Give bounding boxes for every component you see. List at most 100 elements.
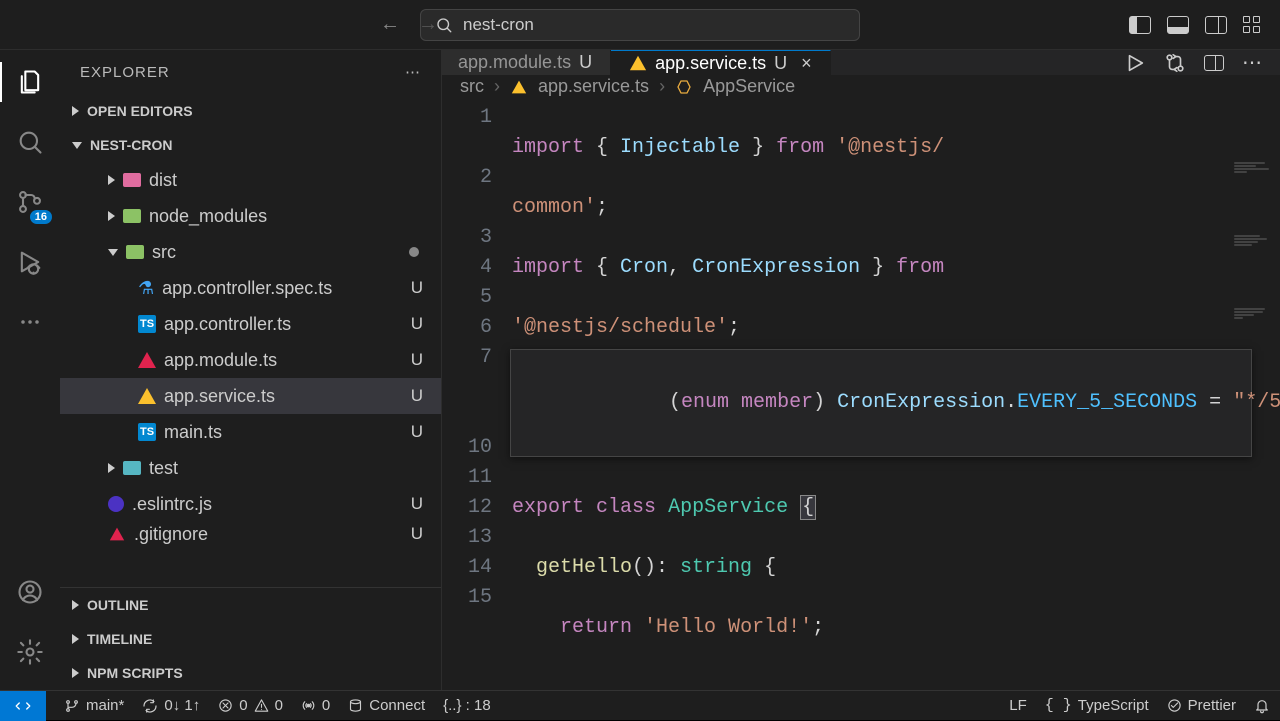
tree-folder-test[interactable]: test [60, 450, 441, 486]
chevron-right-icon [108, 211, 115, 221]
nav-back[interactable]: ← [380, 13, 400, 36]
activity-search[interactable] [10, 122, 50, 162]
ts-icon: TS [138, 423, 156, 441]
run-icon[interactable] [1124, 52, 1146, 74]
folder-icon [123, 173, 141, 187]
breadcrumb[interactable]: src › app.service.ts › AppService [442, 76, 1280, 97]
status-bracket[interactable]: {..} : 18 [443, 697, 491, 714]
command-center[interactable]: nest-cron [420, 9, 860, 41]
tree-file-controller[interactable]: TS app.controller.ts U [60, 306, 441, 342]
chevron-right-icon [72, 668, 79, 678]
chevron-down-icon [72, 142, 82, 149]
line-number: 6 [442, 313, 492, 343]
tree-file-eslint[interactable]: .eslintrc.js U [60, 486, 441, 522]
tree-file-service[interactable]: app.service.ts U [60, 378, 441, 414]
tree-file-module[interactable]: app.module.ts U [60, 342, 441, 378]
toggle-sidebar-icon[interactable] [1129, 16, 1151, 34]
chevron-right-icon: › [494, 76, 500, 97]
breadcrumb-item[interactable]: app.service.ts [538, 76, 649, 97]
code-area[interactable]: import { Injectable } from '@nestjs/ com… [512, 97, 1280, 690]
sidebar-more-icon[interactable]: ⋯ [405, 63, 421, 81]
tab-label: app.service.ts [655, 53, 766, 74]
customize-layout-icon[interactable] [1243, 16, 1260, 33]
git-status-badge: U [411, 386, 423, 406]
activity-source-control[interactable]: 16 [10, 182, 50, 222]
port-label: Connect [369, 697, 425, 714]
line-number: 12 [442, 493, 492, 523]
status-problems[interactable]: 0 0 [218, 697, 283, 714]
breadcrumb-item[interactable]: src [460, 76, 484, 97]
line-number [442, 373, 492, 433]
tabs: app.module.ts U app.service.ts U × ⋯ [442, 50, 1280, 76]
status-sync[interactable]: 0↓ 1↑ [142, 697, 200, 714]
activity-accounts[interactable] [10, 572, 50, 612]
eslint-icon [108, 496, 124, 512]
timeline-header[interactable]: TIMELINE [60, 622, 441, 656]
remote-indicator[interactable] [0, 691, 46, 721]
tab-label: app.module.ts [458, 52, 571, 73]
ts-icon: TS [138, 315, 156, 333]
tree-label: app.controller.spec.ts [162, 278, 332, 299]
outline-label: OUTLINE [87, 597, 148, 613]
toggle-panel-icon[interactable] [1167, 16, 1189, 34]
status-bar: main* 0↓ 1↑ 0 0 0 Connect {..} : 18 LF {… [0, 690, 1280, 720]
tab-close-icon[interactable]: × [801, 53, 812, 74]
status-branch[interactable]: main* [64, 697, 124, 714]
split-editor-icon[interactable] [1204, 55, 1224, 71]
nest-icon [138, 388, 156, 404]
nav-forward[interactable]: → [418, 13, 438, 36]
status-notifications[interactable] [1254, 698, 1270, 714]
chevron-right-icon [72, 106, 79, 116]
breadcrumb-item[interactable]: AppService [703, 76, 795, 97]
activity-explorer[interactable] [10, 62, 50, 102]
line-number: 2 [442, 163, 492, 193]
status-prettier[interactable]: Prettier [1167, 697, 1236, 714]
toggle-rightbar-icon[interactable] [1205, 16, 1227, 34]
open-editors-label: OPEN EDITORS [87, 103, 193, 119]
gutter: 1 2 3 4 5 6 7 10 11 12 13 14 15 [442, 97, 512, 690]
tab-app-service[interactable]: app.service.ts U × [611, 50, 831, 75]
tree-folder-dist[interactable]: dist [60, 162, 441, 198]
status-port[interactable]: Connect [348, 697, 425, 714]
git-compare-icon[interactable] [1164, 52, 1186, 74]
tree-label: main.ts [164, 422, 222, 443]
folder-icon [123, 461, 141, 475]
git-status-badge: U [411, 350, 423, 370]
tree-label: src [152, 242, 176, 263]
tree-file-gitignore[interactable]: .gitignore U [60, 522, 441, 546]
minimap[interactable] [1232, 101, 1276, 161]
tree-label: node_modules [149, 206, 267, 227]
status-language[interactable]: { } TypeScript [1045, 697, 1149, 714]
sync-label: 0↓ 1↑ [164, 697, 200, 714]
tab-app-module[interactable]: app.module.ts U [442, 50, 611, 75]
bell-icon [1254, 698, 1270, 714]
tree-file-main[interactable]: TS main.ts U [60, 414, 441, 450]
line-number: 14 [442, 553, 492, 583]
code-editor[interactable]: 1 2 3 4 5 6 7 10 11 12 13 14 15 [442, 97, 1280, 690]
folder-root-header[interactable]: NEST-CRON [60, 128, 441, 162]
line-number: 3 [442, 223, 492, 253]
open-editors-header[interactable]: OPEN EDITORS [60, 94, 441, 128]
status-eol[interactable]: LF [1009, 697, 1027, 714]
hover-widget: (enum member) CronExpression.EVERY_5_SEC… [510, 349, 1252, 457]
tree-file-spec[interactable]: ⚗ app.controller.spec.ts U [60, 270, 441, 306]
sidebar-header: EXPLORER ⋯ [60, 50, 441, 94]
activity-bar: 16 [0, 50, 60, 690]
flask-icon: ⚗ [138, 278, 154, 299]
tree-label: .gitignore [134, 524, 208, 545]
tab-more-icon[interactable]: ⋯ [1242, 50, 1262, 75]
status-radio[interactable]: 0 [301, 697, 330, 714]
activity-more[interactable] [10, 302, 50, 342]
tree-folder-src[interactable]: src [60, 234, 441, 270]
activity-run-debug[interactable] [10, 242, 50, 282]
tree-folder-node-modules[interactable]: node_modules [60, 198, 441, 234]
tree-label: app.controller.ts [164, 314, 291, 335]
line-number [442, 133, 492, 163]
modified-dot [409, 247, 419, 257]
line-number: 13 [442, 523, 492, 553]
bracket-label: {..} : 18 [443, 697, 491, 714]
npm-scripts-header[interactable]: NPM SCRIPTS [60, 656, 441, 690]
outline-header[interactable]: OUTLINE [60, 588, 441, 622]
activity-settings[interactable] [10, 632, 50, 672]
npm-scripts-label: NPM SCRIPTS [87, 665, 183, 681]
